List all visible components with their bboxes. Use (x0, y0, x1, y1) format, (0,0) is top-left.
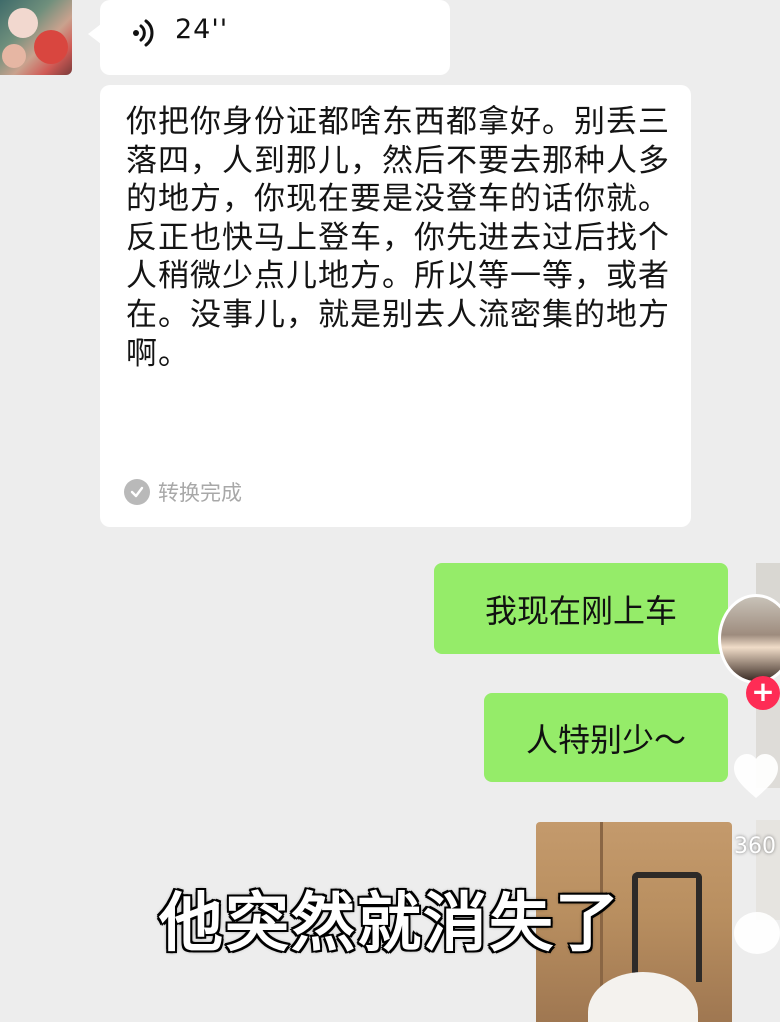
sender-avatar[interactable] (0, 0, 72, 75)
voice-wave-icon (133, 19, 154, 47)
check-circle-icon (124, 479, 150, 505)
author-avatar[interactable] (718, 594, 780, 684)
voice-message-bubble[interactable]: 24'' (88, 0, 450, 75)
heart-icon[interactable] (732, 748, 780, 804)
status-label: 转换完成 (158, 481, 242, 505)
outgoing-message[interactable]: 人特别少～ (484, 693, 728, 782)
video-subtitle: 他突然就消失了 (158, 886, 621, 963)
voice-duration: 24'' (175, 14, 229, 45)
transcription-status: 转换完成 (124, 477, 242, 507)
outgoing-message[interactable]: 我现在刚上车 (434, 563, 728, 654)
transcript-text: 你把你身份证都啥东西都拿好。别丢三落四，人到那儿，然后不要去那种人多的地方，你现… (126, 104, 670, 372)
voice-transcript-bubble[interactable]: 你把你身份证都啥东西都拿好。别丢三落四，人到那儿，然后不要去那种人多的地方，你现… (100, 85, 691, 527)
follow-button[interactable]: + (746, 676, 780, 710)
like-count: 360 (734, 834, 776, 859)
